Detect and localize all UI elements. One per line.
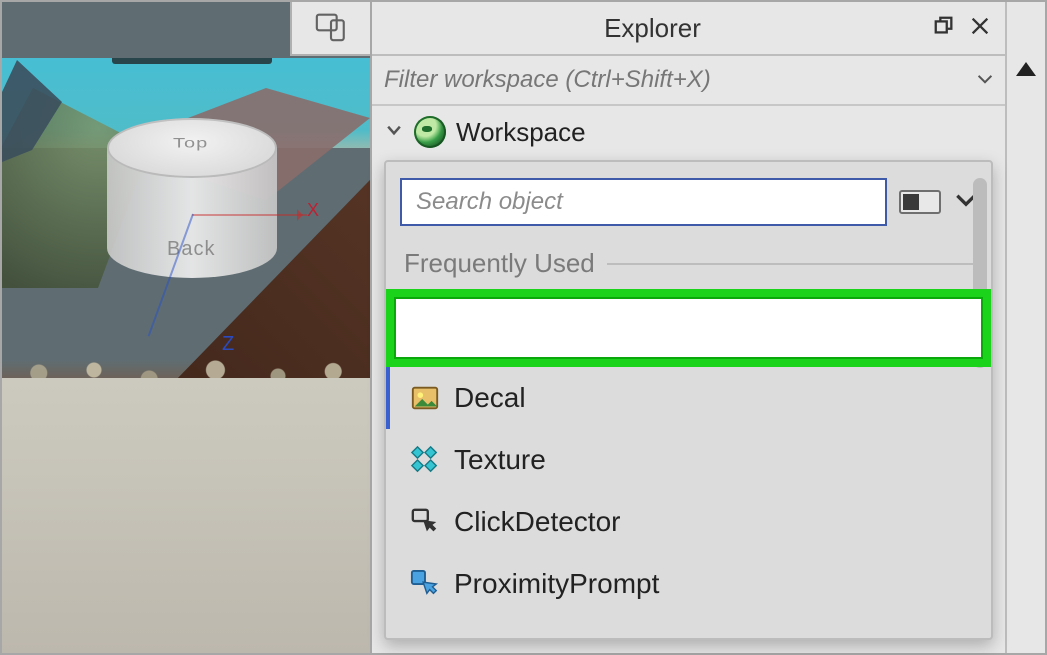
section-frequently-used: Frequently Used (386, 240, 991, 289)
object-list: Script Decal (386, 289, 991, 615)
list-item-label: Texture (454, 444, 546, 476)
clickdetector-icon (410, 507, 440, 537)
list-item-label: Script (454, 312, 526, 344)
workspace-label: Workspace (456, 117, 586, 148)
explorer-title: Explorer (372, 13, 933, 44)
expand-collapse-icon[interactable] (384, 120, 404, 145)
scene: Top Back X Z (2, 58, 370, 653)
devices-icon (314, 9, 348, 48)
filter-dropdown-icon[interactable] (977, 71, 993, 89)
proximityprompt-icon (410, 569, 440, 599)
search-object-input[interactable] (400, 178, 887, 226)
gizmo-back-label: Back (167, 238, 215, 261)
filter-placeholder: Filter workspace (Ctrl+Shift+X) (384, 66, 977, 94)
gizmo-x-label: X (307, 200, 319, 221)
scroll-up-icon[interactable] (1016, 62, 1036, 76)
list-item-clickdetector[interactable]: ClickDetector (386, 491, 991, 553)
list-item-script[interactable]: Script (386, 289, 991, 367)
app-root: Top Back X Z Explorer (0, 0, 1047, 655)
close-button[interactable] (969, 15, 991, 42)
view-toggle[interactable] (899, 190, 941, 214)
viewport-3d[interactable]: Top Back X Z (2, 2, 372, 653)
panel-scrollbar[interactable] (1005, 2, 1045, 653)
list-item-decal[interactable]: Decal (386, 367, 991, 429)
workspace-icon (414, 116, 446, 148)
workspace-tree-item[interactable]: Workspace (372, 106, 1005, 154)
list-item-label: ClickDetector (454, 506, 620, 538)
list-item-label: ProximityPrompt (454, 568, 659, 600)
decal-icon (410, 383, 440, 413)
explorer-titlebar: Explorer (372, 2, 1005, 56)
script-icon (410, 313, 440, 343)
undock-button[interactable] (933, 15, 955, 42)
list-item-texture[interactable]: Texture (386, 429, 991, 491)
device-emulator-button[interactable] (290, 2, 370, 56)
filter-workspace-input[interactable]: Filter workspace (Ctrl+Shift+X) (372, 56, 1005, 106)
selection-indicator (384, 367, 390, 429)
gizmo-z-label: Z (222, 333, 234, 356)
insert-object-popup: Frequently Used Script (384, 160, 993, 640)
list-item-proximityprompt[interactable]: ProximityPrompt (386, 553, 991, 615)
explorer-panel: Explorer Filter workspace (Ctrl+Shift+X) (372, 2, 1045, 653)
texture-icon (410, 445, 440, 475)
selected-part-gizmo[interactable]: Top Back X Z (107, 128, 277, 298)
list-item-label: Decal (454, 382, 526, 414)
gizmo-top-label: Top (173, 135, 208, 151)
